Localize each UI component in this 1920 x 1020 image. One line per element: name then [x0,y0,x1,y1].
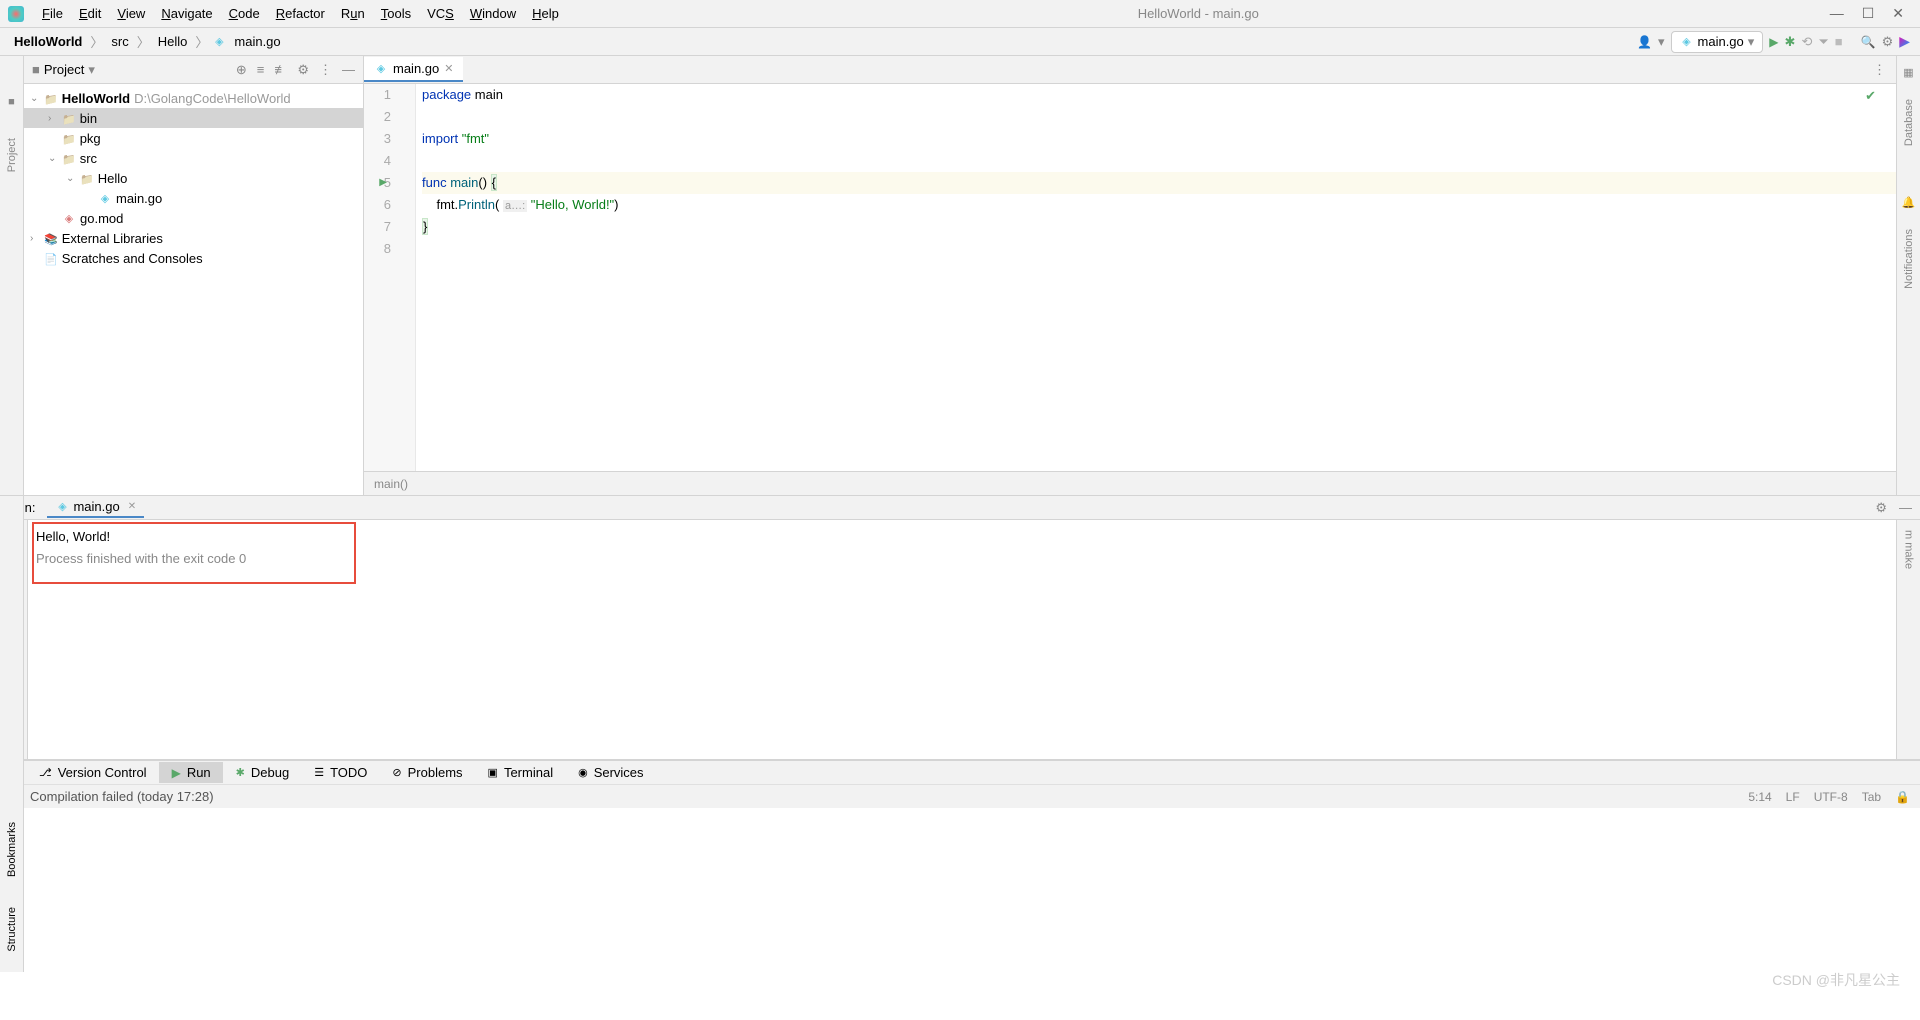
profile-button[interactable] [1818,34,1828,50]
settings-icon[interactable] [1882,34,1894,50]
collapse-icon[interactable]: ≢ [274,62,287,78]
hide-run-icon[interactable]: — [1899,500,1912,516]
rail-notifications[interactable]: Notifications [1903,229,1915,289]
output-line: Hello, World! [36,526,1888,548]
menu-help[interactable]: Help [524,2,567,25]
expand-icon[interactable]: ≡ [257,62,265,78]
menu-file[interactable]: File [34,2,71,25]
menu-window[interactable]: Window [462,2,524,25]
debug-button[interactable] [1785,34,1796,50]
tree-file-gomod[interactable]: go.mod [24,208,363,228]
line-number: 7 [364,216,391,238]
code-with-me-icon[interactable] [1899,33,1910,50]
gutter-run-icon[interactable]: ▶ [379,172,387,194]
close-button[interactable]: ✕ [1892,5,1904,22]
btab-todo[interactable]: ☰TODO [301,762,379,783]
btab-services[interactable]: ◉Services [565,762,655,783]
search-icon[interactable] [1861,34,1876,49]
coverage-button[interactable] [1801,34,1812,50]
tree-folder-bin[interactable]: ›bin [24,108,363,128]
line-number: 3 [364,128,391,150]
menu-navigate[interactable]: Navigate [153,2,220,25]
breadcrumb-item[interactable]: src [107,32,132,51]
btab-terminal[interactable]: ▣Terminal [475,762,566,783]
line-number: 5▶ [364,172,391,194]
maximize-button[interactable]: ☐ [1862,5,1875,22]
btab-version-control[interactable]: ⎇Version Control [26,762,159,783]
tree-folder-pkg[interactable]: pkg [24,128,363,148]
breadcrumb: HelloWorld〉 src〉 Hello〉 main.go [10,32,285,51]
panel-settings-icon[interactable] [297,62,309,78]
app-icon [8,6,24,22]
minimize-button[interactable]: — [1830,5,1844,22]
tabs-more-icon[interactable]: ⋮ [1863,62,1896,78]
go-file-icon [212,35,226,49]
rail-project[interactable]: Project [6,138,18,172]
go-file-icon [374,62,388,76]
indent[interactable]: Tab [1862,790,1881,804]
editor-tab-label: main.go [393,61,439,76]
btab-debug[interactable]: ✱Debug [223,762,302,783]
menu-edit[interactable]: Edit [71,2,109,25]
menu-code[interactable]: Code [221,2,268,25]
run-settings-icon[interactable] [1875,500,1887,516]
inspection-ok-icon[interactable]: ✔ [1865,88,1876,104]
line-number: 6 [364,194,391,216]
line-number: 8 [364,238,391,260]
menu-tools[interactable]: Tools [373,2,419,25]
go-file-icon [1680,35,1694,49]
project-panel-title: Project [44,62,84,77]
menu-view[interactable]: View [109,2,153,25]
breadcrumb-item[interactable]: Hello [154,32,192,51]
menu-refactor[interactable]: Refactor [268,2,333,25]
rail-database[interactable]: Database [1903,99,1915,146]
go-file-icon [55,500,69,514]
editor-breadcrumb: main() [364,471,1896,495]
breadcrumb-item[interactable]: HelloWorld [10,32,86,51]
stop-button[interactable] [1835,34,1843,49]
tree-file-main[interactable]: main.go [24,188,363,208]
line-number: 2 [364,106,391,128]
caret-position[interactable]: 5:14 [1748,790,1771,804]
tree-scratches[interactable]: Scratches and Consoles [24,248,363,268]
run-config-label: main.go [1698,34,1744,49]
user-icon[interactable] [1637,34,1652,49]
btab-problems[interactable]: ⊘Problems [379,762,474,783]
breadcrumb-item[interactable]: main.go [230,32,284,51]
menu-run[interactable]: Run [333,2,373,25]
line-number: 4 [364,150,391,172]
line-number: 1 [364,84,391,106]
menu-vcs[interactable]: VCS [419,2,462,25]
line-ending[interactable]: LF [1786,790,1800,804]
btab-run[interactable]: Run [159,762,223,783]
rail-bookmarks[interactable]: Bookmarks [6,822,18,877]
status-lock-icon[interactable]: 🔒 [1895,790,1910,804]
window-title: HelloWorld - main.go [567,6,1830,21]
tree-project-root[interactable]: ⌄HelloWorldD:\GolangCode\HelloWorld [24,88,363,108]
editor-tab-main[interactable]: main.go ✕ [364,57,463,82]
run-tab[interactable]: main.go ✕ [47,497,144,518]
code-editor[interactable]: package main import "fmt" func main() { … [416,84,1896,471]
encoding[interactable]: UTF-8 [1814,790,1848,804]
hide-panel-icon[interactable]: — [342,62,355,78]
run-output[interactable]: Hello, World! Process finished with the … [28,520,1896,759]
output-exit: Process finished with the exit code 0 [36,548,1888,570]
run-button[interactable] [1769,34,1778,49]
close-tab-icon[interactable]: ✕ [444,62,453,75]
run-configuration[interactable]: main.go ▾ [1671,31,1764,53]
tree-external-libs[interactable]: ›External Libraries [24,228,363,248]
status-message: Compilation failed (today 17:28) [30,789,214,804]
watermark: CSDN @非凡星公主 [1772,970,1900,990]
panel-menu-icon[interactable]: ⋮ [319,62,332,78]
close-run-tab-icon[interactable]: ✕ [128,501,136,512]
tree-folder-src[interactable]: ⌄src [24,148,363,168]
tree-folder-hello[interactable]: ⌄Hello [24,168,363,188]
locate-icon[interactable]: ⊕ [236,62,247,78]
rail-structure[interactable]: Structure [6,907,18,952]
run-tab-label: main.go [73,499,119,514]
